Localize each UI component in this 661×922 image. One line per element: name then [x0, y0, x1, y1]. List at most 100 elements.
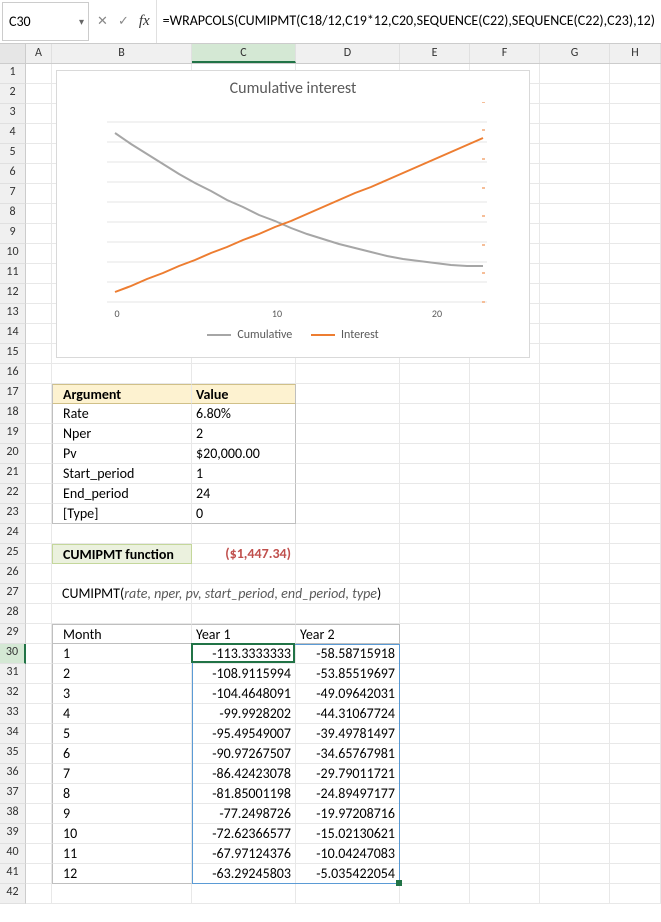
- cell[interactable]: -81.85001198: [192, 784, 296, 804]
- cell[interactable]: $20,000.00: [192, 444, 296, 464]
- row-header[interactable]: 9: [0, 224, 26, 244]
- cell[interactable]: -113.3333333: [192, 644, 296, 664]
- row-header[interactable]: 34: [0, 724, 26, 744]
- cell[interactable]: 6: [52, 744, 192, 764]
- row-header[interactable]: 3: [0, 104, 26, 124]
- cell[interactable]: 24: [192, 484, 296, 504]
- row-header[interactable]: 32: [0, 684, 26, 704]
- row-header[interactable]: 29: [0, 624, 26, 644]
- row-header[interactable]: 7: [0, 184, 26, 204]
- row-header[interactable]: 42: [0, 884, 26, 904]
- select-all-corner[interactable]: [0, 44, 26, 63]
- col-header-E[interactable]: E: [400, 44, 470, 63]
- name-box[interactable]: C30 ▾: [2, 2, 89, 41]
- row-header[interactable]: 39: [0, 824, 26, 844]
- fx-icon[interactable]: fx: [137, 11, 152, 32]
- cell[interactable]: Month: [52, 624, 192, 644]
- row-header[interactable]: 36: [0, 764, 26, 784]
- cell[interactable]: Year 2: [296, 624, 400, 644]
- cell[interactable]: -39.49781497: [296, 724, 400, 744]
- cell[interactable]: -19.97208716: [296, 804, 400, 824]
- row-header[interactable]: 31: [0, 664, 26, 684]
- cumipmt-value[interactable]: ($1,447.34): [192, 544, 296, 564]
- cell[interactable]: -67.97124376: [192, 844, 296, 864]
- cell[interactable]: -44.31067724: [296, 704, 400, 724]
- cell[interactable]: -86.42423078: [192, 764, 296, 784]
- cell[interactable]: -15.02130621: [296, 824, 400, 844]
- cell[interactable]: Start_period: [52, 464, 192, 484]
- cumipmt-syntax[interactable]: CUMIPMT(rate, nper, pv, start_period, en…: [52, 584, 192, 604]
- row-header[interactable]: 19: [0, 424, 26, 444]
- row-header[interactable]: 28: [0, 604, 26, 624]
- cell[interactable]: [Type]: [52, 504, 192, 524]
- cell[interactable]: 2: [52, 664, 192, 684]
- cell[interactable]: 4: [52, 704, 192, 724]
- cell[interactable]: -24.89497177: [296, 784, 400, 804]
- cell[interactable]: 11: [52, 844, 192, 864]
- cell[interactable]: 2: [192, 424, 296, 444]
- row-header[interactable]: 11: [0, 264, 26, 284]
- row-header[interactable]: 41: [0, 864, 26, 884]
- col-header-C[interactable]: C: [192, 44, 296, 63]
- row-header[interactable]: 24: [0, 524, 26, 544]
- cell[interactable]: 0: [192, 504, 296, 524]
- cell[interactable]: -63.29245803: [192, 864, 296, 884]
- col-header-F[interactable]: F: [470, 44, 540, 63]
- row-header[interactable]: 22: [0, 484, 26, 504]
- cell[interactable]: End_period: [52, 484, 192, 504]
- cumipmt-label[interactable]: CUMIPMT function: [52, 544, 192, 564]
- row-header[interactable]: 30: [0, 644, 26, 664]
- row-header[interactable]: 15: [0, 344, 26, 364]
- row-header[interactable]: 38: [0, 804, 26, 824]
- cell[interactable]: Pv: [52, 444, 192, 464]
- cancel-icon[interactable]: ✕: [95, 12, 110, 31]
- row-header[interactable]: 1: [0, 64, 26, 84]
- row-header[interactable]: 6: [0, 164, 26, 184]
- row-header[interactable]: 37: [0, 784, 26, 804]
- enter-icon[interactable]: ✓: [116, 12, 131, 31]
- col-header-A[interactable]: A: [26, 44, 52, 63]
- cell[interactable]: -58.58715918: [296, 644, 400, 664]
- row-header[interactable]: 2: [0, 84, 26, 104]
- row-header[interactable]: 33: [0, 704, 26, 724]
- formula-input[interactable]: =WRAPCOLS(CUMIPMT(C18/12,C19*12,C20,SEQU…: [157, 0, 661, 43]
- row-header[interactable]: 13: [0, 304, 26, 324]
- cell[interactable]: -99.9928202: [192, 704, 296, 724]
- col-header-D[interactable]: D: [296, 44, 400, 63]
- col-header-G[interactable]: G: [540, 44, 610, 63]
- cell[interactable]: Rate: [52, 404, 192, 424]
- row-header[interactable]: 20: [0, 444, 26, 464]
- cell[interactable]: -108.9115994: [192, 664, 296, 684]
- cell[interactable]: 7: [52, 764, 192, 784]
- cell[interactable]: 1: [52, 644, 192, 664]
- row-header[interactable]: 40: [0, 844, 26, 864]
- row-header[interactable]: 17: [0, 384, 26, 404]
- row-header[interactable]: 21: [0, 464, 26, 484]
- cell[interactable]: -90.97267507: [192, 744, 296, 764]
- row-header[interactable]: 5: [0, 144, 26, 164]
- cell[interactable]: -49.09642031: [296, 684, 400, 704]
- chart[interactable]: Cumulative interest 2000-200 -400-600-: [56, 70, 530, 358]
- row-header[interactable]: 23: [0, 504, 26, 524]
- row-header[interactable]: 4: [0, 124, 26, 144]
- cell[interactable]: -10.04247083: [296, 844, 400, 864]
- cell[interactable]: -72.62366577: [192, 824, 296, 844]
- cell[interactable]: 3: [52, 684, 192, 704]
- cell[interactable]: 6.80%: [192, 404, 296, 424]
- cell[interactable]: 8: [52, 784, 192, 804]
- row-header[interactable]: 12: [0, 284, 26, 304]
- cell[interactable]: -77.2498726: [192, 804, 296, 824]
- row-header[interactable]: 16: [0, 364, 26, 384]
- row-header[interactable]: 26: [0, 564, 26, 584]
- cell[interactable]: -104.4648091: [192, 684, 296, 704]
- cell[interactable]: -29.79011721: [296, 764, 400, 784]
- cell[interactable]: -34.65767981: [296, 744, 400, 764]
- cell[interactable]: -5.035422054: [296, 864, 400, 884]
- row-header[interactable]: 18: [0, 404, 26, 424]
- cell[interactable]: -95.49549007: [192, 724, 296, 744]
- chevron-down-icon[interactable]: ▾: [79, 15, 84, 28]
- cell[interactable]: Argument: [52, 384, 192, 404]
- row-header[interactable]: 27: [0, 584, 26, 604]
- cell[interactable]: Year 1: [192, 624, 296, 644]
- row-header[interactable]: 10: [0, 244, 26, 264]
